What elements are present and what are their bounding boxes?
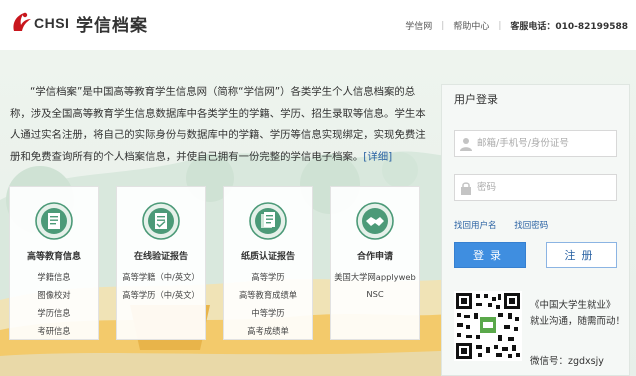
card-link[interactable]: 学历信息 [10, 307, 98, 319]
password-field[interactable] [454, 174, 617, 201]
username-input[interactable] [477, 135, 612, 152]
home-link[interactable]: 学信网 [405, 19, 432, 32]
card-title[interactable]: 在线验证报告 [117, 249, 205, 262]
card-online-report: 在线验证报告 高等学籍（中/英文） 高等学历（中/英文） [116, 186, 206, 340]
card-title[interactable]: 合作申请 [331, 249, 419, 262]
card-link[interactable]: 美国大学网applyweb [331, 271, 419, 283]
login-button[interactable]: 登录 [454, 242, 526, 268]
promo-title: 《中国大学生就业》 [530, 300, 616, 311]
card-link[interactable]: 高考成绩单 [224, 325, 312, 337]
login-panel: 用户登录 找回用户名 找回密码 登录 注册 [441, 84, 630, 376]
document-icon[interactable] [34, 201, 74, 241]
card-link[interactable]: 高等学历 [224, 271, 312, 283]
site-title: 学信档案 [76, 16, 148, 36]
forgot-username-link[interactable]: 找回用户名 [454, 221, 497, 231]
handshake-icon[interactable] [355, 201, 395, 241]
card-link[interactable]: 图像校对 [10, 289, 98, 301]
help-center-link[interactable]: 帮助中心 [453, 19, 489, 32]
verify-report-icon[interactable] [141, 201, 181, 241]
top-nav: 学信网 | 帮助中心 | 客服电话：010-82199588 [405, 19, 628, 33]
card-education-info: 高等教育信息 学籍信息 图像校对 学历信息 考研信息 [9, 186, 99, 340]
service-phone: 客服电话：010-82199588 [510, 22, 628, 32]
wechat-id: 微信号：zgdxsjy [530, 356, 604, 367]
card-link[interactable]: 中等学历 [224, 307, 312, 319]
card-link[interactable]: 学籍信息 [10, 271, 98, 283]
lock-icon [461, 182, 471, 195]
card-link[interactable]: 高等教育成绩单 [224, 289, 312, 301]
card-link[interactable]: 高等学籍（中/英文） [117, 271, 205, 283]
hero-section: “学信档案”是中国高等教育学生信息网（简称“学信网”）各类学生个人信息档案的总称… [0, 50, 636, 376]
card-title[interactable]: 纸质认证报告 [224, 249, 312, 262]
card-paper-report: 纸质认证报告 高等学历 高等教育成绩单 中等学历 高考成绩单 [223, 186, 313, 340]
chsi-logo-icon[interactable] [8, 9, 34, 35]
forgot-password-link[interactable]: 找回密码 [514, 221, 548, 231]
recovery-links: 找回用户名 找回密码 [454, 219, 563, 231]
detail-link[interactable]: [详细] [363, 151, 392, 163]
site-header: CHSI 学信档案 学信网 | 帮助中心 | 客服电话：010-82199588 [0, 0, 636, 50]
card-link[interactable]: NSC [331, 289, 419, 299]
intro-paragraph: “学信档案”是中国高等教育学生信息网（简称“学信网”）各类学生个人信息档案的总称… [10, 82, 428, 168]
paper-report-icon[interactable] [248, 201, 288, 241]
promo-slogan: 就业沟通，随需而动！ [530, 316, 626, 327]
card-link[interactable]: 考研信息 [10, 325, 98, 337]
wechat-qr-code [454, 291, 522, 361]
username-field[interactable] [454, 130, 617, 157]
login-title: 用户登录 [454, 93, 498, 106]
register-button[interactable]: 注册 [546, 242, 617, 268]
card-title[interactable]: 高等教育信息 [10, 249, 98, 262]
logo-text[interactable]: CHSI [34, 15, 69, 31]
divider: | [498, 20, 502, 31]
password-input[interactable] [477, 179, 612, 196]
card-link[interactable]: 高等学历（中/英文） [117, 289, 205, 301]
card-cooperation: 合作申请 美国大学网applyweb NSC [330, 186, 420, 340]
user-icon [460, 138, 472, 151]
divider: | [441, 20, 445, 31]
